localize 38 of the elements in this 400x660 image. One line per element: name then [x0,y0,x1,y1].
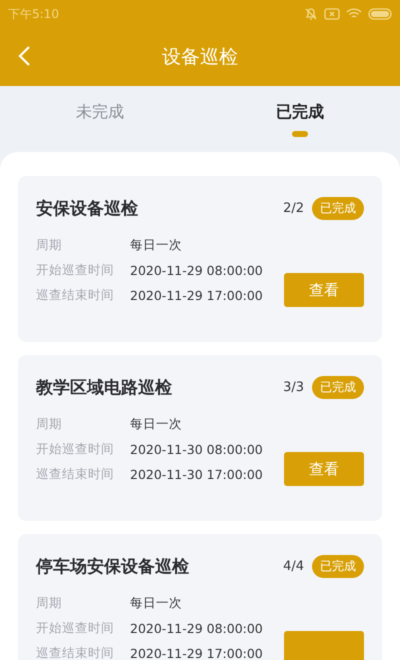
task-title: 停车场安保设备巡检 [36,556,190,578]
tab[interactable]: 已完成 [200,86,400,152]
field-label: 巡查结束时间 [36,287,115,304]
field-label: 开始巡查时间 [36,262,115,279]
field-value: 每日一次 [130,237,182,254]
field-value: 2020-11-29 17:00:00 [130,646,263,660]
view-button[interactable]: 查看 [284,273,364,307]
field-value: 每日一次 [130,416,182,433]
progress-count: 4/4 [283,558,304,574]
task-title: 安保设备巡检 [36,198,139,220]
tab[interactable]: 未完成 [0,86,200,152]
field-label: 开始巡查时间 [36,620,115,637]
field-label: 周期 [36,595,63,612]
field-label: 巡查结束时间 [36,466,115,483]
field-value: 2020-11-29 17:00:00 [130,288,263,303]
status-tag: 已完成 [312,376,364,398]
view-button[interactable]: 查看 [284,452,364,486]
field-label: 巡查结束时间 [36,645,115,660]
status-time: 下午5:10 [8,6,59,22]
task-title: 教学区域电路巡检 [36,376,173,398]
battery-icon [368,8,392,20]
progress-count: 3/3 [283,380,304,394]
field-value: 2020-11-29 08:00:00 [130,263,263,278]
field-label: 周期 [36,237,63,254]
back-icon[interactable] [17,45,31,67]
bell-off-icon [304,7,318,21]
field-value: 2020-11-29 08:00:00 [130,621,263,636]
status-tag: 已完成 [312,196,364,220]
field-value: 2020-11-30 17:00:00 [130,467,263,482]
field-label: 周期 [36,416,63,433]
field-label: 开始巡查时间 [36,441,115,458]
wifi-icon [346,8,362,20]
progress-count: 2/2 [283,200,304,216]
status-tag: 已完成 [312,554,364,578]
page-title: 设备巡检 [162,45,238,70]
field-value: 每日一次 [130,595,182,612]
sim-icon [324,8,340,20]
field-value: 2020-11-30 08:00:00 [130,442,263,457]
